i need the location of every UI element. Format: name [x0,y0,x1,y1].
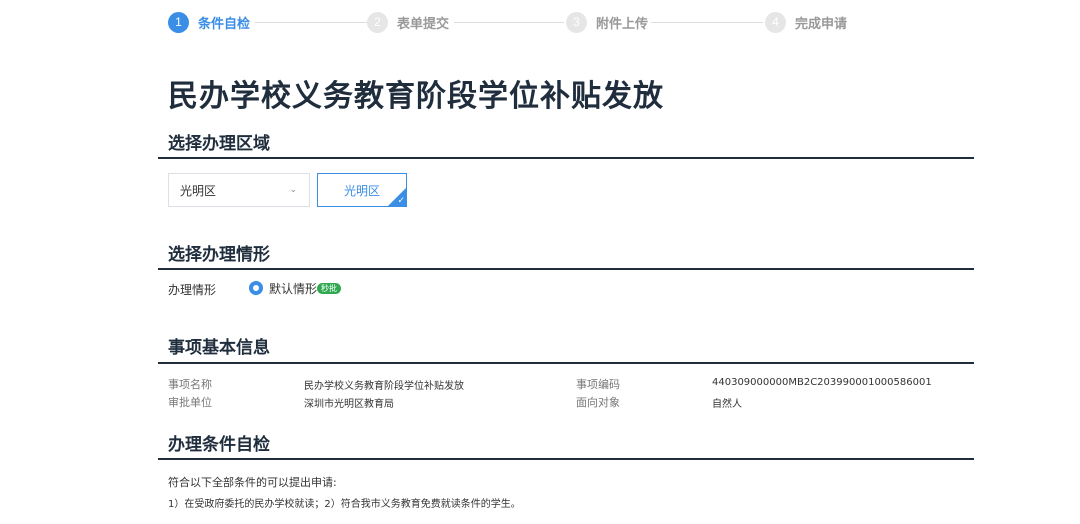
region-section-title: 选择办理区域 [168,134,270,154]
step-label: 附件上传 [596,16,649,32]
region-select[interactable]: 光明区 ⌄ [168,173,310,207]
step-1: 1 条件自检 [168,11,250,33]
item-code-key: 事项编码 [576,378,620,391]
progress-steps: 1 条件自检 2 表单提交 3 附件上传 4 完成申请 [168,11,848,33]
target-audience-key: 面向对象 [576,396,620,409]
approval-unit-value: 深圳市光明区教育局 [304,399,394,410]
step-label: 完成申请 [795,16,848,32]
situation-section-title: 选择办理情形 [168,245,270,265]
step-number: 3 [566,11,587,33]
default-situation-radio[interactable] [249,281,263,295]
section-divider [158,268,974,270]
region-option-label: 光明区 [343,183,380,198]
section-divider [158,458,974,460]
section-divider [158,362,974,364]
step-2: 2 表单提交 [367,11,449,33]
condition-text: 1）在受政府委托的民办学校就读；2）符合我市义务教育免费就读条件的学生。 [168,499,521,510]
item-name-key: 事项名称 [168,378,212,391]
default-situation-label[interactable]: 默认情形 [269,280,317,297]
step-number: 4 [765,11,786,33]
region-select-value: 光明区 [180,183,217,198]
approval-unit-key: 审批单位 [168,396,212,409]
step-3: 3 附件上传 [566,11,648,33]
step-connector [651,22,763,23]
item-code-value: 440309000000MB2C203990001000586001 [712,377,932,388]
step-4: 4 完成申请 [765,11,847,33]
target-audience-value: 自然人 [712,399,742,410]
step-number: 2 [367,11,388,33]
region-option-selected[interactable]: 光明区 ✓ [317,173,407,207]
item-name-value: 民办学校义务教育阶段学位补贴发放 [304,381,464,392]
instant-approval-badge: 秒批 [317,283,341,294]
situation-label: 办理情形 [168,283,217,297]
step-connector [454,22,564,23]
info-section-title: 事项基本信息 [168,338,270,358]
step-connector [255,22,367,23]
check-icon: ✓ [397,196,405,206]
chevron-down-icon: ⌄ [289,185,297,195]
section-divider [158,157,974,159]
page-title: 民办学校义务教育阶段学位补贴发放 [168,79,664,114]
step-label: 表单提交 [397,16,450,32]
condition-section-title: 办理条件自检 [168,435,270,455]
step-number: 1 [168,11,189,33]
step-label: 条件自检 [198,16,251,32]
condition-intro: 符合以下全部条件的可以提出申请: [168,476,337,489]
